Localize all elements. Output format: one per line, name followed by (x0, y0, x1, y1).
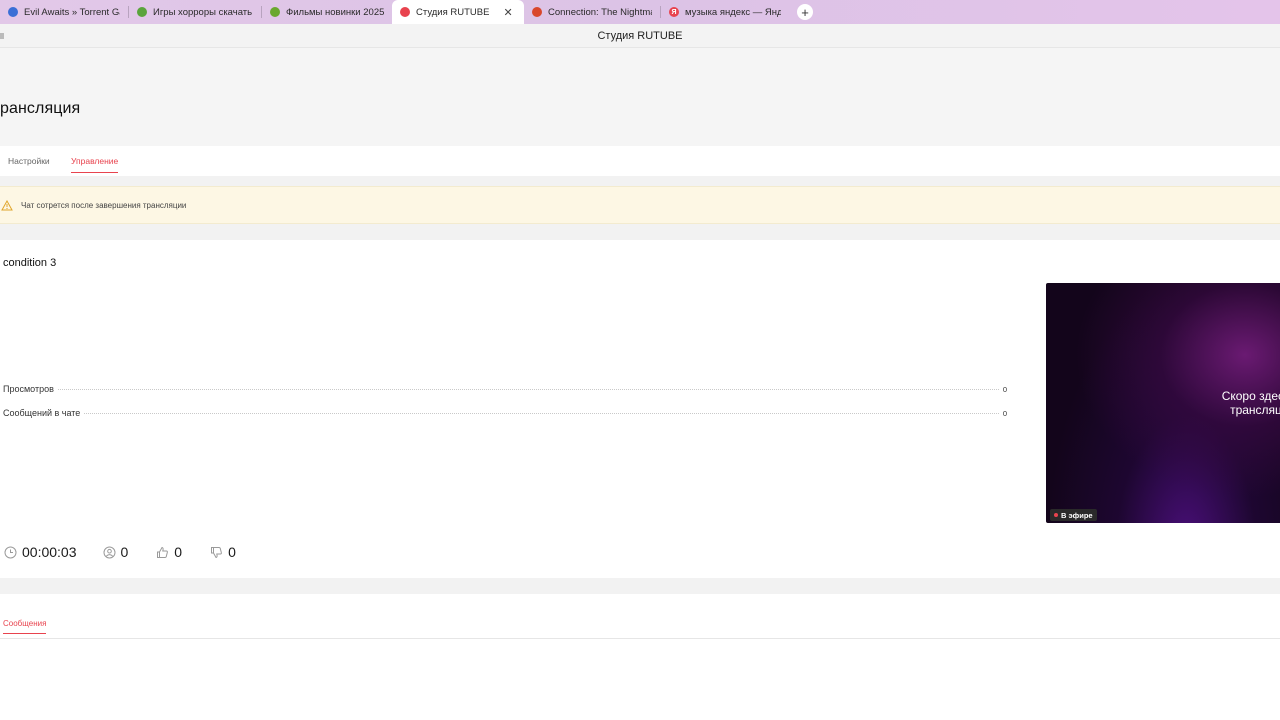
viewer-icon (103, 546, 116, 559)
live-badge: В эфире (1050, 509, 1097, 521)
browser-tab[interactable]: Connection: The Nightmar (524, 0, 660, 24)
stat-label: Сообщений в чате (3, 408, 81, 418)
likes-value: 0 (174, 544, 183, 560)
chat-tabs: Сообщения (0, 594, 1280, 639)
section-divider (0, 176, 1280, 186)
tab-settings[interactable]: Настройки (8, 156, 50, 172)
page-header (0, 48, 1280, 146)
metric-viewers: 0 (103, 544, 129, 560)
tab-favicon-icon (137, 7, 147, 17)
browser-tab-label: Игры хорроры скачать те (153, 6, 253, 18)
stream-name: condition 3 (3, 257, 57, 269)
browser-tab[interactable]: Фильмы новинки 2025 в (262, 0, 392, 24)
viewers-value: 0 (120, 544, 129, 560)
tab-messages[interactable]: Сообщения (3, 619, 47, 634)
stat-value: 0 (1002, 409, 1007, 418)
browser-tab[interactable]: Игры хорроры скачать те (129, 0, 261, 24)
browser-tab-label: Студия RUTUBE (416, 6, 490, 18)
dotted-leader (84, 413, 999, 414)
tab-favicon-icon (270, 7, 280, 17)
window-title-bar: Студия RUTUBE (0, 24, 1280, 48)
stat-chat-messages: Сообщений в чате 0 (3, 408, 1007, 418)
chat-erase-alert: Чат сотрется после завершения трансляции (0, 186, 1280, 224)
browser-tab[interactable]: Evil Awaits » Torrent Game (0, 0, 128, 24)
thumbs-down-icon (210, 546, 223, 559)
page-title: рансляция (0, 100, 81, 117)
tab-favicon-icon (532, 7, 542, 17)
stat-value: 0 (1002, 385, 1007, 394)
tab-management[interactable]: Управление (71, 156, 119, 173)
metric-dislikes: 0 (210, 544, 236, 560)
preview-line-2: трансляц (1230, 403, 1280, 417)
tab-favicon-icon (400, 7, 410, 17)
metric-duration: 00:00:03 (4, 544, 77, 560)
dislikes-value: 0 (228, 544, 236, 560)
browser-tab-label: Evil Awaits » Torrent Game (24, 6, 120, 18)
warning-icon (1, 199, 13, 211)
thumbs-up-icon (156, 546, 169, 559)
window-edge-marker (0, 33, 4, 39)
section-divider (0, 224, 1280, 240)
stat-views: Просмотров 0 (3, 384, 1007, 394)
alert-text: Чат сотрется после завершения трансляции (21, 200, 187, 210)
tab-favicon-icon: Я (669, 7, 679, 17)
tab-favicon-icon (8, 7, 18, 17)
browser-tab[interactable]: Студия RUTUBE ✕ (392, 0, 524, 24)
stream-preview-player[interactable]: Скоро здесь трансляц В эфире (1046, 283, 1280, 523)
browser-tab[interactable]: Ямузыка яндекс — Яндекс (661, 0, 789, 24)
browser-tab-strip: Evil Awaits » Torrent Game Игры хорроры с… (0, 0, 1280, 24)
page-tabs: Настройки Управление (0, 146, 1280, 176)
plus-icon[interactable]: + (797, 4, 813, 20)
preview-line-1: Скоро здесь (1221, 389, 1280, 403)
browser-tab-label: Фильмы новинки 2025 в (286, 6, 384, 18)
stat-label: Просмотров (3, 384, 54, 394)
live-label: В эфире (1061, 510, 1093, 520)
browser-tab-label: музыка яндекс — Яндекс (685, 6, 781, 18)
metric-likes: 0 (156, 544, 182, 560)
stream-metrics: 00:00:03 0 0 0 (4, 542, 264, 562)
browser-tab-label: Connection: The Nightmar (548, 6, 652, 18)
duration-value: 00:00:03 (22, 544, 77, 560)
preview-placeholder-text: Скоро здесь трансляц (1196, 389, 1280, 417)
live-dot-icon (1054, 513, 1058, 517)
window-title: Студия RUTUBE (597, 29, 683, 42)
section-divider (0, 578, 1280, 594)
dotted-leader (57, 389, 999, 390)
clock-icon (4, 546, 17, 559)
close-icon[interactable]: ✕ (503, 6, 512, 19)
